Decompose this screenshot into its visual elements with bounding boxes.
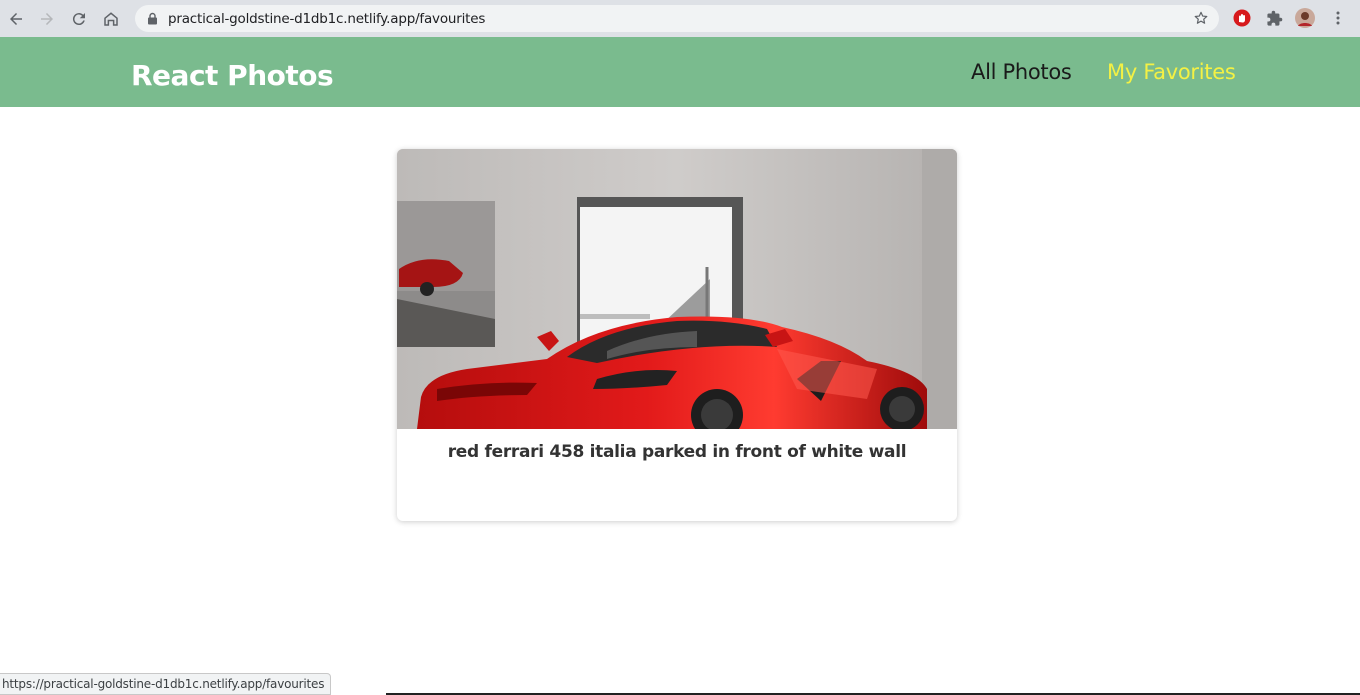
url-text: practical-goldstine-d1db1c.netlify.app/f…	[168, 11, 486, 27]
avatar-icon	[1295, 8, 1315, 28]
kebab-menu-icon	[1336, 11, 1340, 25]
home-button[interactable]	[95, 0, 127, 37]
photo-caption: red ferrari 458 italia parked in front o…	[447, 442, 907, 462]
extensions-button[interactable]	[1264, 8, 1284, 28]
lock-icon	[148, 12, 157, 25]
nav-my-favorites[interactable]: My Favorites	[1107, 60, 1236, 84]
arrow-left-icon	[10, 12, 22, 25]
app-header: React Photos All Photos My Favorites	[0, 37, 1360, 107]
profile-avatar[interactable]	[1295, 8, 1315, 28]
forward-button[interactable]	[31, 0, 63, 37]
stop-sign-icon	[1233, 9, 1251, 27]
brand-title[interactable]: React Photos	[131, 59, 334, 92]
puzzle-icon	[1266, 10, 1282, 26]
address-bar[interactable]: practical-goldstine-d1db1c.netlify.app/f…	[135, 5, 1219, 32]
favorite-photo-card[interactable]: red ferrari 458 italia parked in front o…	[397, 149, 957, 521]
home-icon	[104, 11, 118, 26]
back-button[interactable]	[0, 0, 32, 37]
nav-all-photos[interactable]: All Photos	[971, 60, 1072, 84]
reload-icon	[72, 12, 85, 25]
car-photo	[397, 149, 957, 429]
arrow-right-icon	[41, 12, 53, 25]
reload-button[interactable]	[63, 0, 95, 37]
bookmark-star-icon[interactable]	[1193, 10, 1209, 26]
chrome-menu-button[interactable]	[1328, 8, 1348, 28]
adblock-extension-button[interactable]	[1232, 8, 1252, 28]
browser-toolbar: practical-goldstine-d1db1c.netlify.app/f…	[0, 0, 1360, 37]
status-bar-link-preview: https://practical-goldstine-d1db1c.netli…	[0, 673, 332, 695]
